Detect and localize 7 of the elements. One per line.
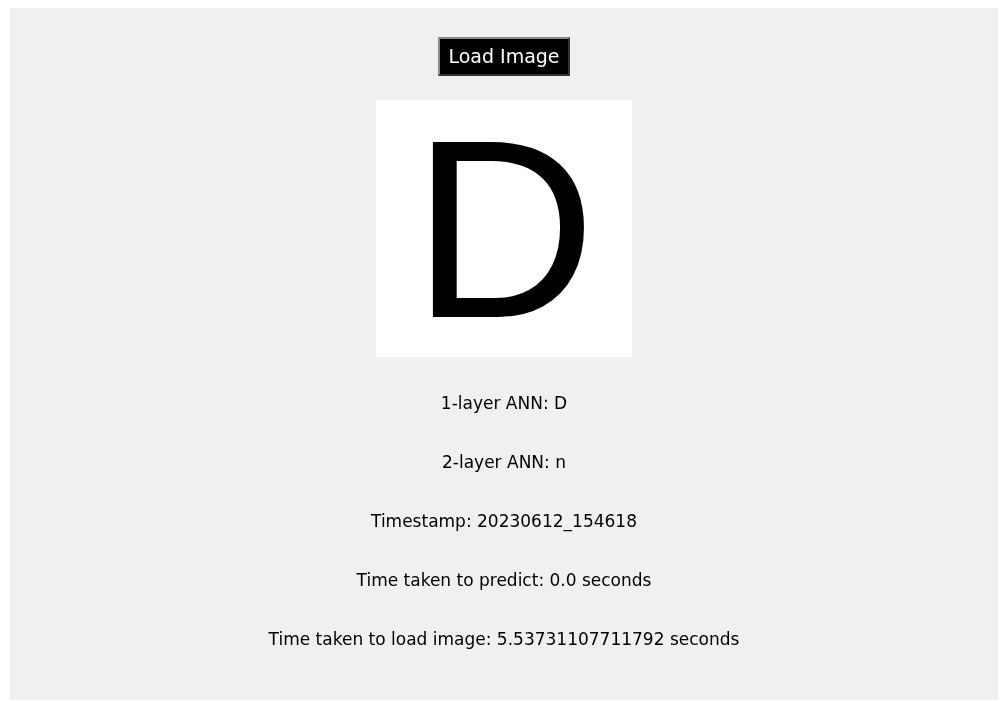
image-letter: D [411,100,597,356]
load-image-button[interactable]: Load Image [438,37,570,76]
result-label: 2-layer ANN: n [442,453,566,471]
result-label: Time taken to predict: 0.0 seconds [356,571,652,589]
result-label: Time taken to load image: 5.53731107711792 seconds [268,630,740,648]
result-label: 1-layer ANN: D [440,394,568,412]
result-label: Timestamp: 20230612_154618 [371,512,637,530]
